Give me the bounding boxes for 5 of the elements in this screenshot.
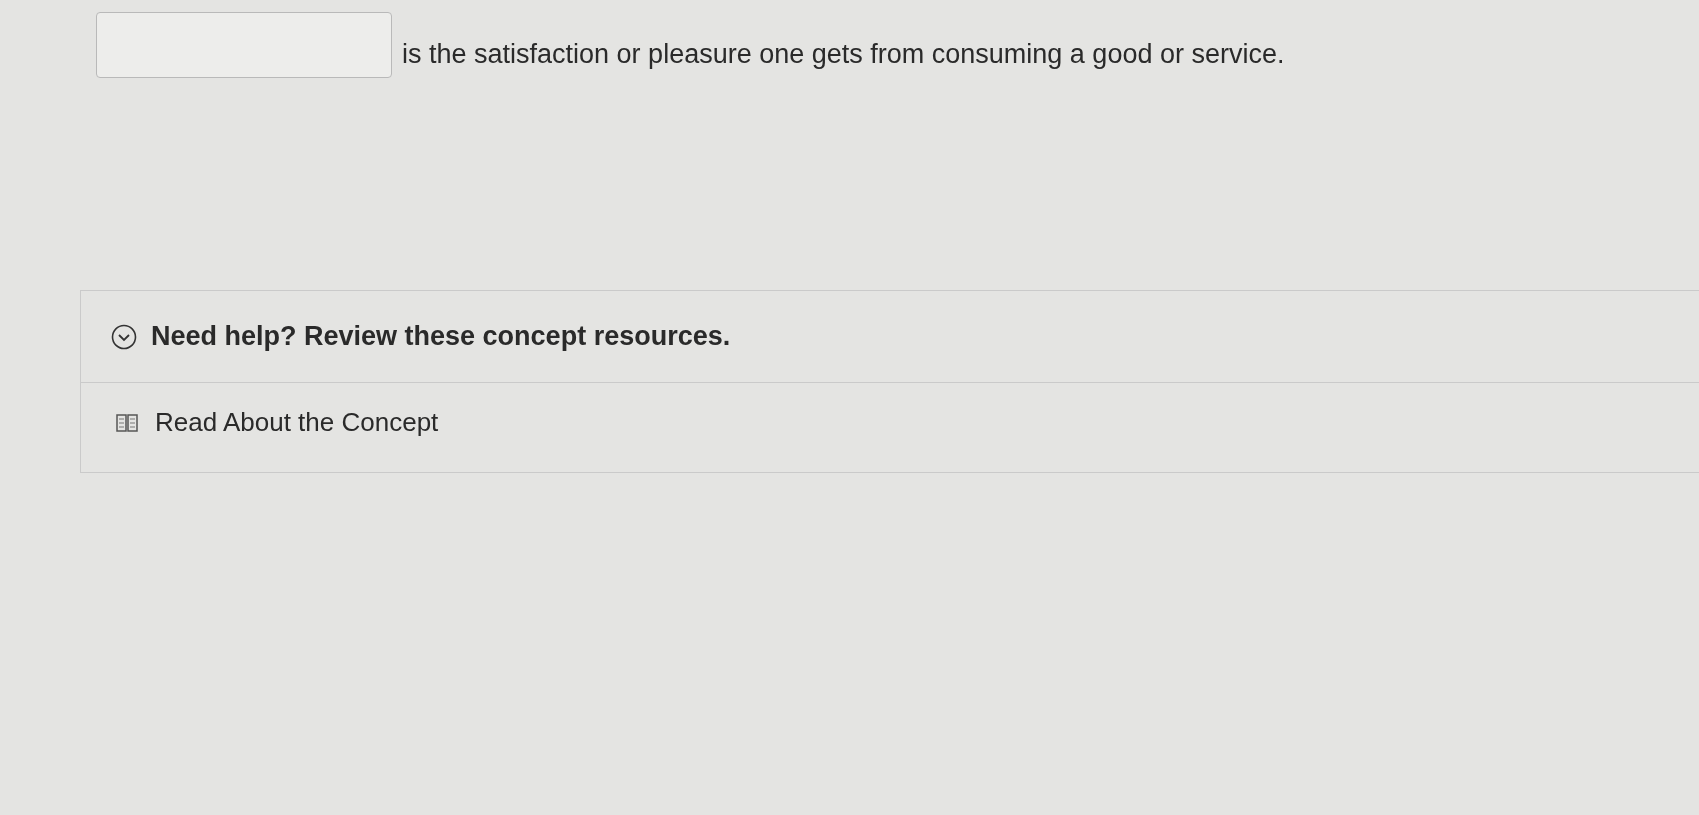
question-text: is the satisfaction or pleasure one gets from consuming a good or service. — [402, 38, 1285, 70]
resource-link[interactable]: Read About the Concept — [115, 407, 1699, 438]
chevron-icon — [111, 323, 137, 350]
answer-box[interactable] — [96, 12, 392, 78]
help-toggle[interactable]: Need help? Review these concept resources. — [81, 291, 1699, 383]
